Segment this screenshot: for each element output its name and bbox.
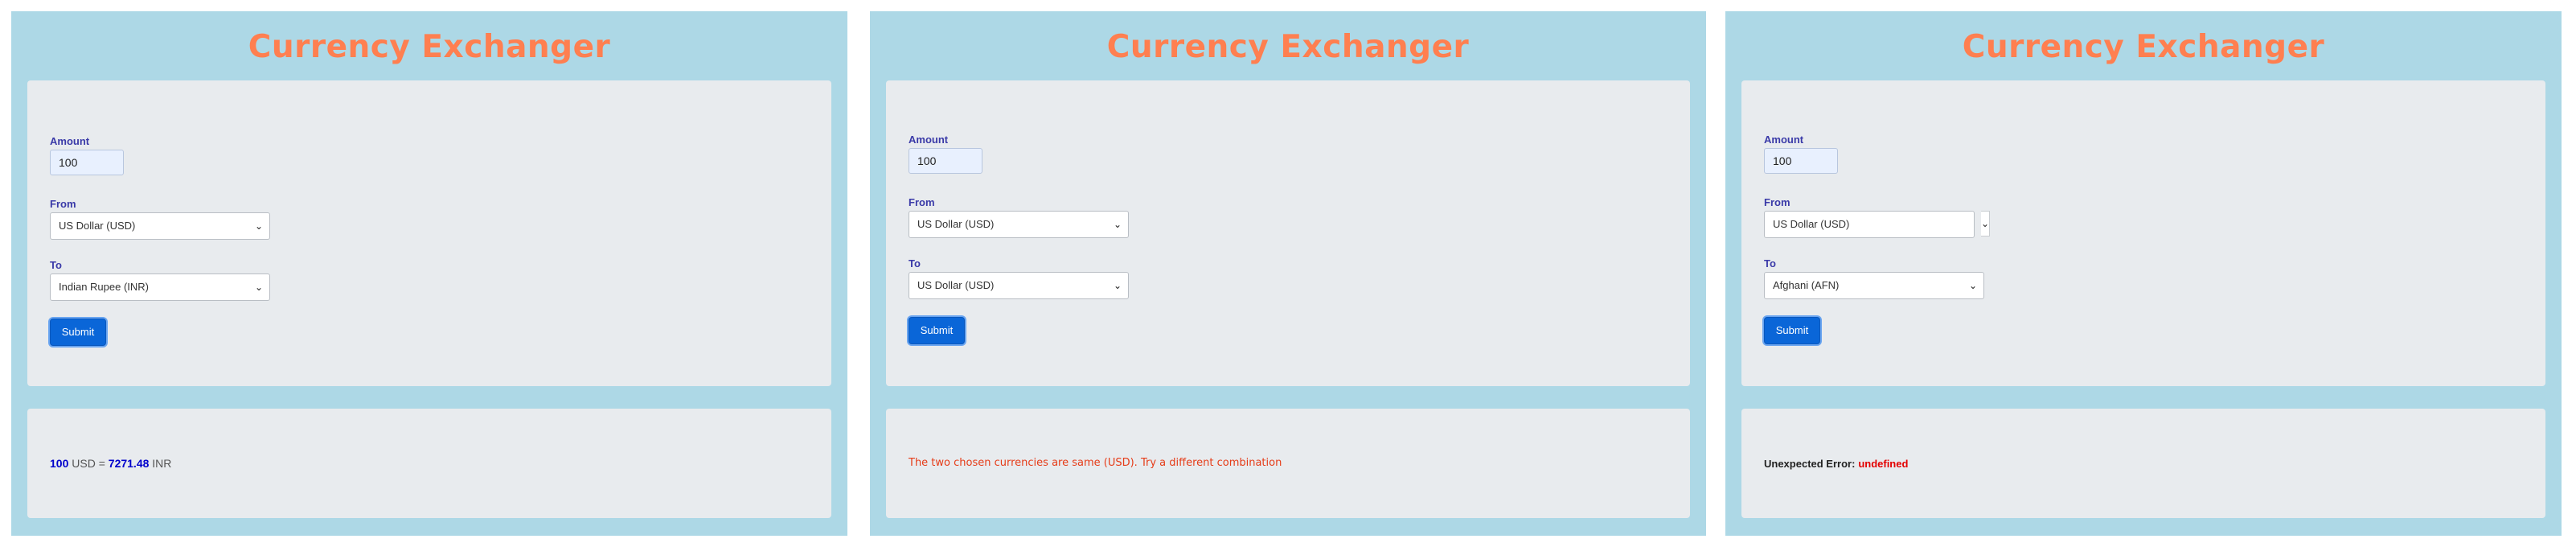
app-title: Currency Exchanger: [1106, 29, 1470, 65]
chevron-down-icon: ⌄: [1113, 219, 1122, 230]
to-currency-value: US Dollar (USD): [917, 279, 995, 291]
exchanger-panel-1: Currency Exchanger Amount From US Dollar…: [11, 11, 847, 536]
chevron-down-icon: ⌄: [254, 282, 263, 293]
from-currency-value: US Dollar (USD): [917, 218, 995, 230]
result-from-code: USD: [72, 457, 96, 470]
app-title: Currency Exchanger: [1962, 29, 2325, 65]
exchange-form: Amount From US Dollar (USD) ⌄ To Indian …: [27, 80, 831, 386]
error-label: Unexpected Error:: [1764, 458, 1856, 470]
conversion-result: 100 USD = 7271.48 INR: [50, 457, 171, 470]
to-currency-select[interactable]: Indian Rupee (INR) ⌄: [50, 274, 270, 301]
amount-input[interactable]: [909, 148, 982, 174]
result-card: Unexpected Error: undefined: [1741, 409, 2545, 518]
from-currency-value: US Dollar (USD): [1773, 218, 1850, 230]
result-card: The two chosen currencies are same (USD)…: [886, 409, 1690, 518]
exchanger-panel-2: Currency Exchanger Amount From US Dollar…: [870, 11, 1706, 536]
to-label: To: [909, 257, 921, 269]
exchange-form: Amount From US Dollar (USD) ⌄ To Afghani…: [1741, 80, 2545, 386]
chevron-down-icon[interactable]: ⌄: [1981, 211, 1990, 236]
from-currency-value: US Dollar (USD): [59, 220, 136, 232]
submit-button[interactable]: Submit: [909, 317, 965, 344]
result-card: 100 USD = 7271.48 INR: [27, 409, 831, 518]
chevron-down-icon: ⌄: [1113, 280, 1122, 291]
from-currency-select[interactable]: US Dollar (USD) ⌄: [909, 211, 1129, 238]
to-currency-select[interactable]: Afghani (AFN) ⌄: [1764, 272, 1984, 299]
to-currency-select[interactable]: US Dollar (USD) ⌄: [909, 272, 1129, 299]
to-label: To: [50, 259, 62, 271]
exchange-form: Amount From US Dollar (USD) ⌄ To US Doll…: [886, 80, 1690, 386]
amount-label: Amount: [909, 134, 949, 146]
to-label: To: [1764, 257, 1776, 269]
from-label: From: [909, 196, 935, 208]
exchanger-panel-3: Currency Exchanger Amount From US Dollar…: [1725, 11, 2562, 536]
amount-label: Amount: [1764, 134, 1804, 146]
result-amount: 100: [50, 457, 69, 470]
app-title: Currency Exchanger: [248, 29, 611, 65]
error-value: undefined: [1858, 458, 1909, 470]
amount-input[interactable]: [50, 150, 124, 175]
same-currency-warning: The two chosen currencies are same (USD)…: [909, 457, 1282, 469]
from-label: From: [1764, 196, 1790, 208]
chevron-down-icon: ⌄: [1968, 280, 1977, 291]
error-message: Unexpected Error: undefined: [1764, 457, 1908, 470]
result-equals: =: [98, 457, 105, 470]
amount-input[interactable]: [1764, 148, 1838, 174]
to-currency-value: Indian Rupee (INR): [59, 281, 149, 293]
amount-label: Amount: [50, 135, 90, 147]
to-currency-value: Afghani (AFN): [1773, 279, 1840, 291]
submit-button[interactable]: Submit: [1764, 317, 1820, 344]
from-currency-select[interactable]: US Dollar (USD) ⌄: [50, 212, 270, 240]
result-converted: 7271.48: [108, 457, 150, 470]
submit-button[interactable]: Submit: [50, 319, 106, 346]
from-label: From: [50, 198, 76, 210]
from-currency-select[interactable]: US Dollar (USD): [1764, 211, 1975, 238]
result-to-code: INR: [152, 457, 172, 470]
chevron-down-icon: ⌄: [254, 220, 263, 232]
